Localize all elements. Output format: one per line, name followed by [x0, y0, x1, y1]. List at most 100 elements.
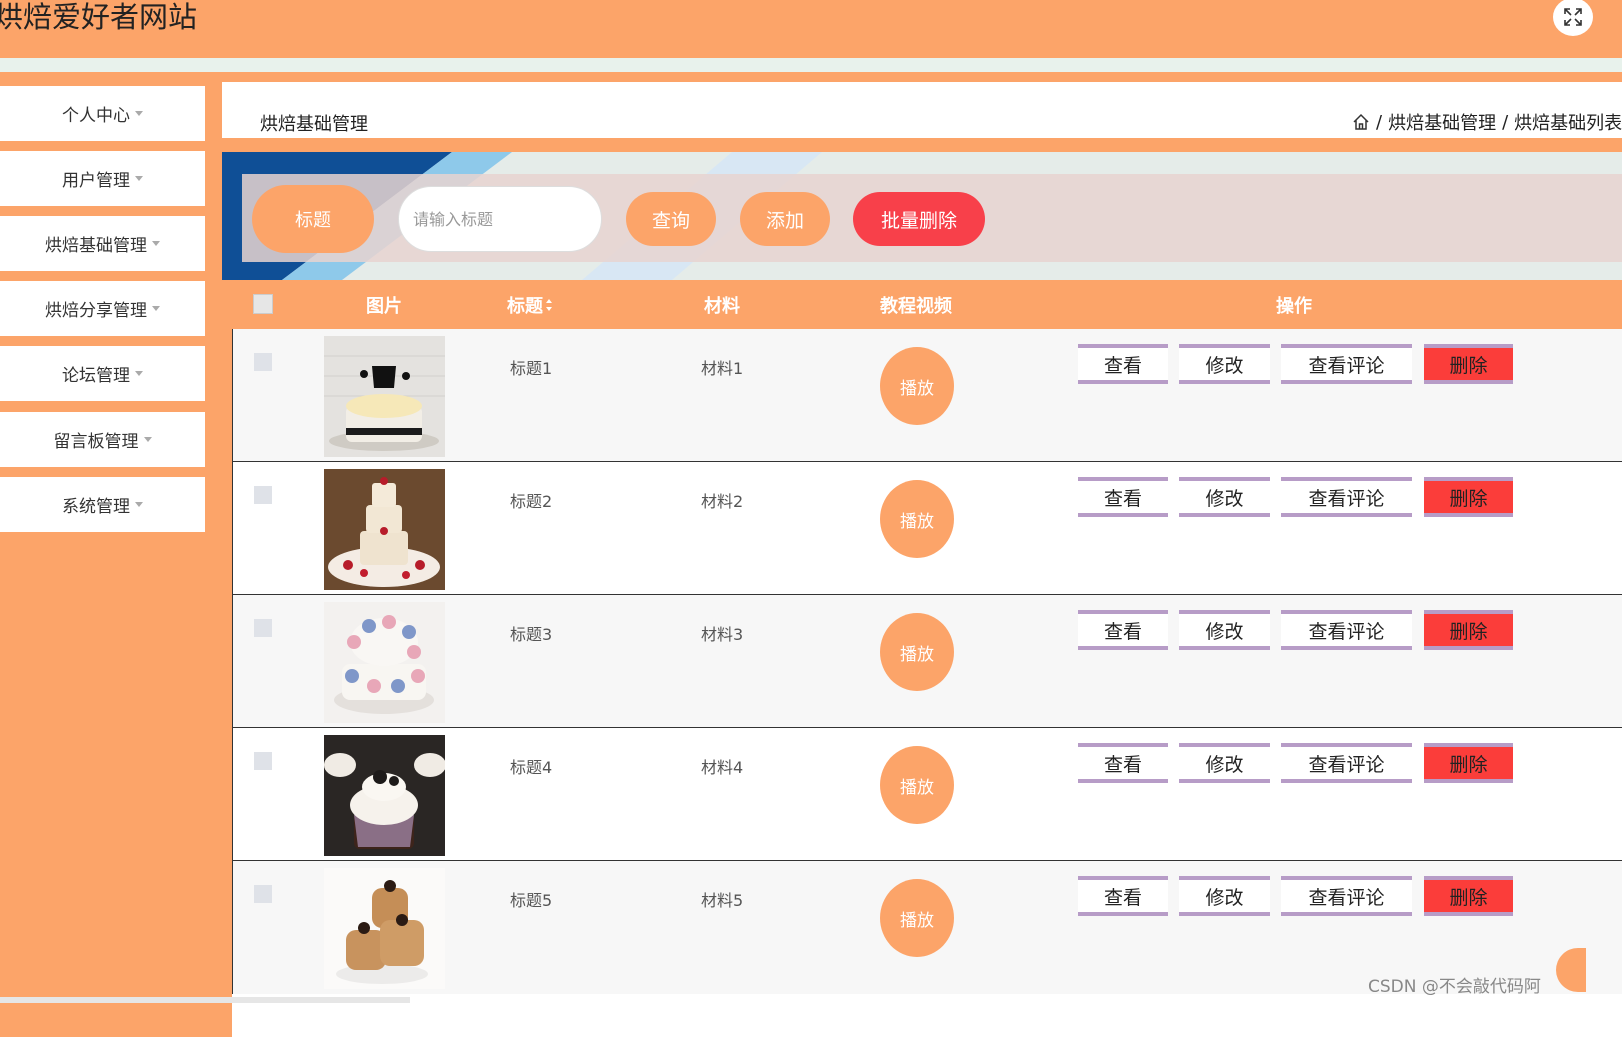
query-button[interactable]: 查询 [626, 192, 716, 246]
search-label: 标题 [252, 185, 374, 253]
view-comments-button[interactable]: 查看评论 [1281, 477, 1412, 517]
row-title: 标题3 [510, 625, 553, 644]
cake-image[interactable] [324, 735, 445, 856]
view-button[interactable]: 查看 [1078, 477, 1168, 517]
edit-button[interactable]: 修改 [1179, 610, 1270, 650]
edit-button[interactable]: 修改 [1179, 344, 1270, 384]
row-material: 材料3 [701, 625, 744, 644]
breadcrumb-separator: / [1502, 111, 1509, 133]
fullscreen-button[interactable] [1553, 0, 1593, 36]
row-checkbox[interactable] [254, 353, 272, 371]
caret-down-icon [135, 176, 143, 181]
cake-image[interactable] [324, 602, 445, 723]
delete-button[interactable]: 删除 [1424, 344, 1513, 384]
row-title: 标题4 [510, 758, 553, 777]
row-material: 材料5 [701, 891, 744, 910]
breadcrumb-link[interactable]: 烘焙基础管理 [1388, 109, 1496, 135]
view-button[interactable]: 查看 [1078, 344, 1168, 384]
sidebar-item-personal-center[interactable]: 个人中心 [0, 86, 205, 141]
cake-image-graphic [324, 469, 445, 590]
edit-button[interactable]: 修改 [1179, 743, 1270, 783]
add-button[interactable]: 添加 [740, 192, 830, 246]
sidebar-item-baking-share[interactable]: 烘焙分享管理 [0, 281, 205, 336]
play-button[interactable]: 播放 [880, 347, 954, 425]
cake-image-graphic [324, 602, 445, 723]
sidebar: 个人中心 用户管理 烘焙基础管理 烘焙分享管理 论坛管理 留言板管理 系统管理 [0, 72, 222, 1037]
sidebar-item-label: 留言板管理 [53, 432, 139, 452]
header-divider [0, 58, 1622, 72]
row-title: 标题5 [510, 891, 553, 910]
edit-button[interactable]: 修改 [1179, 876, 1270, 916]
header-title[interactable]: 标题 [500, 280, 560, 329]
delete-button[interactable]: 删除 [1424, 876, 1513, 916]
view-comments-button[interactable]: 查看评论 [1281, 344, 1412, 384]
cake-image[interactable] [324, 868, 445, 989]
sidebar-item-user-management[interactable]: 用户管理 [0, 151, 205, 206]
sidebar-item-label: 论坛管理 [62, 366, 130, 386]
caret-down-icon [135, 111, 143, 116]
view-button[interactable]: 查看 [1078, 743, 1168, 783]
page-title: 烘焙基础管理 [260, 114, 368, 135]
cake-image[interactable] [324, 336, 445, 457]
breadcrumb-current: 烘焙基础列表 [1514, 113, 1622, 134]
row-material: 材料1 [701, 359, 744, 378]
table-row: 标题1 材料1 播放 查看 修改 查看评论 删除 [232, 329, 1622, 462]
batch-delete-button[interactable]: 批量删除 [853, 192, 985, 246]
row-title: 标题1 [510, 359, 553, 378]
view-comments-button[interactable]: 查看评论 [1281, 610, 1412, 650]
sidebar-item-system[interactable]: 系统管理 [0, 477, 205, 532]
edit-button[interactable]: 修改 [1179, 477, 1270, 517]
sidebar-item-baking-basics[interactable]: 烘焙基础管理 [0, 216, 205, 271]
view-button[interactable]: 查看 [1078, 876, 1168, 916]
table-header: 图片 标题 材料 教程视频 操作 [232, 280, 1622, 329]
top-header: 烘焙爱好者网站 [0, 0, 1622, 58]
header-image: 图片 [366, 295, 402, 317]
view-comments-button[interactable]: 查看评论 [1281, 743, 1412, 783]
play-button[interactable]: 播放 [880, 613, 954, 691]
search-area: 标题 查询 添加 批量删除 [222, 152, 1622, 280]
caret-down-icon [152, 306, 160, 311]
caret-down-icon [135, 371, 143, 376]
view-button[interactable]: 查看 [1078, 610, 1168, 650]
row-checkbox[interactable] [254, 752, 272, 770]
sidebar-item-forum[interactable]: 论坛管理 [0, 346, 205, 401]
sidebar-item-label: 用户管理 [62, 171, 130, 191]
sidebar-item-message-board[interactable]: 留言板管理 [0, 412, 205, 467]
cake-image-graphic [324, 868, 445, 989]
header-video: 教程视频 [880, 295, 952, 317]
caret-down-icon [143, 437, 152, 442]
fullscreen-icon [1564, 8, 1582, 26]
sort-icon[interactable] [545, 298, 553, 312]
table-row: 标题2 材料2 播放 查看 修改 查看评论 删除 [232, 462, 1622, 595]
header-title-label: 标题 [507, 295, 543, 317]
view-comments-button[interactable]: 查看评论 [1281, 876, 1412, 916]
row-checkbox[interactable] [254, 486, 272, 504]
breadcrumb-bar: 烘焙基础管理 / 烘焙基础管理 / 烘焙基础列表 [222, 82, 1622, 138]
header-actions: 操作 [1276, 295, 1312, 317]
search-input[interactable] [398, 186, 602, 252]
cake-image-graphic [324, 735, 445, 856]
cake-image[interactable] [324, 469, 445, 590]
table-row: 标题3 材料3 播放 查看 修改 查看评论 删除 [232, 595, 1622, 728]
delete-button[interactable]: 删除 [1424, 743, 1513, 783]
header-material: 材料 [704, 295, 740, 317]
row-checkbox[interactable] [254, 885, 272, 903]
play-button[interactable]: 播放 [880, 480, 954, 558]
select-all-checkbox[interactable] [253, 294, 273, 314]
cake-image-graphic [324, 336, 445, 457]
site-title: 烘焙爱好者网站 [0, 0, 198, 34]
row-material: 材料4 [701, 758, 744, 777]
row-title: 标题2 [510, 492, 553, 511]
play-button[interactable]: 播放 [880, 879, 954, 957]
row-checkbox[interactable] [254, 619, 272, 637]
home-icon[interactable] [1352, 113, 1370, 131]
main-content: 烘焙基础管理 / 烘焙基础管理 / 烘焙基础列表 标题 查询 添加 批量删除 图… [222, 82, 1622, 1037]
sidebar-item-label: 个人中心 [62, 106, 130, 126]
table-row: 标题4 材料4 播放 查看 修改 查看评论 删除 [232, 728, 1622, 861]
caret-down-icon [152, 241, 160, 246]
row-material: 材料2 [701, 492, 744, 511]
delete-button[interactable]: 删除 [1424, 610, 1513, 650]
play-button[interactable]: 播放 [880, 746, 954, 824]
delete-button[interactable]: 删除 [1424, 477, 1513, 517]
sidebar-item-label: 烘焙分享管理 [45, 301, 147, 321]
